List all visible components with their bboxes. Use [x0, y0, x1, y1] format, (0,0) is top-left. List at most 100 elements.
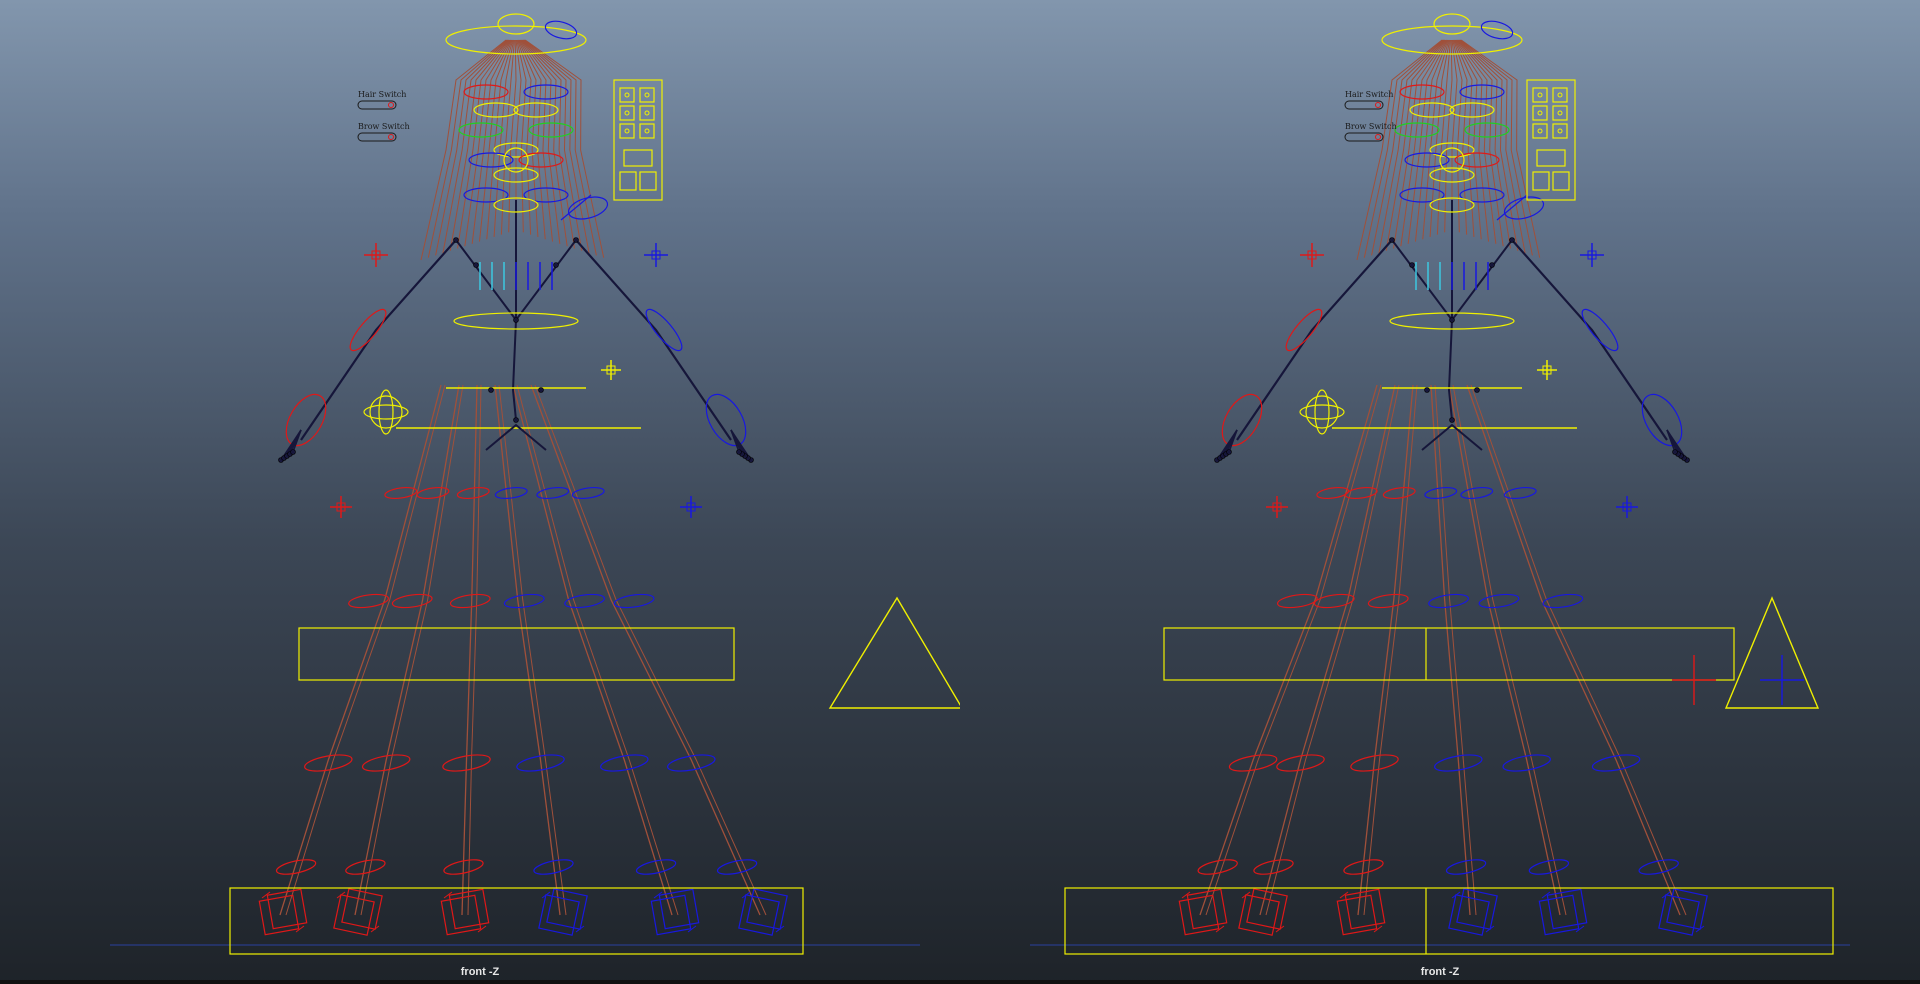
foot-cube-control[interactable] — [738, 894, 780, 936]
joint[interactable] — [513, 317, 519, 323]
foot-cube-control[interactable] — [1238, 894, 1280, 936]
joint[interactable] — [1389, 237, 1395, 243]
brow-switch-handle[interactable] — [388, 134, 394, 140]
viewport-front-right[interactable]: Hair Switch Brow Switch front -Z — [960, 0, 1920, 984]
skirt-ring-control[interactable] — [1478, 592, 1520, 609]
facial-panel-slider[interactable] — [1532, 171, 1550, 191]
skirt-ring-control[interactable] — [503, 592, 545, 609]
hair-bone-chain[interactable] — [523, 39, 590, 254]
facial-panel-slider[interactable] — [639, 105, 655, 121]
foot-cube-control[interactable] — [266, 888, 308, 930]
facial-panel-slider[interactable] — [1552, 105, 1568, 121]
skirt-ring-control[interactable] — [345, 857, 387, 877]
foot-cube-control[interactable] — [1246, 888, 1288, 930]
skirt-ring-control[interactable] — [1367, 592, 1409, 609]
facial-panel-slider[interactable] — [1532, 123, 1548, 139]
pole-vector-control[interactable] — [1305, 395, 1339, 429]
skirt-ring-control[interactable] — [613, 592, 655, 609]
facial-panel-slider[interactable] — [619, 123, 635, 139]
facial-panel-handle[interactable] — [1557, 92, 1563, 98]
skirt-ring-control[interactable] — [1542, 592, 1584, 609]
skirt-bone-chain[interactable] — [516, 384, 679, 916]
skirt-bone-chain[interactable] — [354, 384, 460, 916]
skirt-ring-control[interactable] — [348, 592, 389, 609]
head-side-control[interactable] — [543, 18, 578, 42]
foot-cube-control[interactable] — [258, 894, 300, 936]
spine-joint-chain[interactable] — [511, 200, 517, 421]
joint[interactable] — [1509, 237, 1515, 243]
facial-panel-handle[interactable] — [1537, 110, 1543, 116]
skirt-ring-control[interactable] — [571, 486, 605, 500]
skirt-bone-chain[interactable] — [1434, 384, 1477, 916]
left-elbow-control[interactable] — [345, 305, 391, 355]
facial-panel-handle[interactable] — [624, 110, 630, 116]
joint[interactable] — [513, 417, 519, 423]
foot-cube-control[interactable] — [746, 888, 788, 930]
pole-vector-control[interactable] — [363, 404, 409, 420]
joint[interactable] — [1449, 317, 1455, 323]
facial-control-panel-icon[interactable] — [613, 79, 663, 201]
skirt-ring-control[interactable] — [635, 857, 677, 877]
facial-panel-handle[interactable] — [644, 110, 650, 116]
skirt-bone-chain[interactable] — [534, 384, 767, 916]
foot-cube-control[interactable] — [538, 894, 580, 936]
head-top-control[interactable] — [1433, 13, 1471, 35]
facial-panel-handle[interactable] — [1557, 110, 1563, 116]
skirt-bone-chain[interactable] — [1357, 384, 1414, 916]
skirt-bone-chain[interactable] — [1430, 384, 1471, 916]
head-top-control[interactable] — [497, 13, 535, 35]
joint[interactable] — [1672, 449, 1678, 455]
pole-vector-control[interactable] — [1314, 389, 1330, 435]
facial-panel-slider[interactable] — [639, 171, 657, 191]
hair-bone-chain[interactable] — [1459, 39, 1526, 254]
foot-cube-control[interactable] — [1666, 888, 1708, 930]
joint[interactable] — [736, 449, 742, 455]
skirt-ring-control[interactable] — [456, 486, 490, 500]
rig-wireframe-left[interactable] — [0, 0, 960, 984]
right-elbow-control[interactable] — [1577, 305, 1623, 355]
facial-panel-slider[interactable] — [1552, 87, 1568, 103]
facial-panel-slider[interactable] — [639, 87, 655, 103]
facial-panel-slider[interactable] — [619, 105, 635, 121]
skirt-ring-control[interactable] — [1528, 857, 1570, 877]
skirt-ring-control[interactable] — [1197, 857, 1239, 877]
hair-bone-chain[interactable] — [1452, 39, 1463, 233]
viewport-front-left[interactable]: Hair Switch Brow Switch front -Z — [0, 0, 960, 984]
left-elbow-control[interactable] — [1281, 305, 1327, 355]
facial-panel-slider[interactable] — [1552, 123, 1568, 139]
brow-switch-handle[interactable] — [1375, 134, 1381, 140]
hair-bone-chain[interactable] — [442, 39, 509, 254]
hair-bone-chain[interactable] — [1378, 39, 1445, 254]
facial-panel-handle[interactable] — [644, 92, 650, 98]
joint[interactable] — [473, 262, 479, 268]
foot-cube-control[interactable] — [333, 894, 375, 936]
foot-cube-control[interactable] — [1538, 894, 1580, 936]
foot-cube-control[interactable] — [650, 894, 692, 936]
facial-control[interactable] — [473, 102, 519, 118]
hair-switch-handle[interactable] — [1375, 102, 1381, 108]
skirt-ring-control[interactable] — [1428, 592, 1469, 609]
foot-cube-control[interactable] — [440, 894, 482, 936]
hair-bone-chain[interactable] — [420, 39, 507, 261]
skirt-ring-control[interactable] — [303, 752, 353, 774]
right-wrist-control[interactable] — [1634, 388, 1690, 452]
joint[interactable] — [1226, 449, 1232, 455]
skirt-ring-control[interactable] — [1382, 486, 1416, 500]
facial-panel-slider[interactable] — [1552, 171, 1570, 191]
rig-wireframe-right[interactable] — [960, 0, 1920, 984]
right-arm-joint-chain[interactable] — [1511, 239, 1668, 441]
skirt-ring-control[interactable] — [1344, 486, 1378, 500]
facial-control[interactable] — [468, 152, 514, 168]
skirt-bone-chain[interactable] — [494, 384, 561, 916]
facial-panel-handle[interactable] — [1557, 128, 1563, 134]
skirt-base-master-control[interactable] — [229, 887, 804, 955]
facial-panel-handle[interactable] — [644, 128, 650, 134]
facial-panel-slider[interactable] — [619, 87, 635, 103]
spine-joint-chain[interactable] — [1447, 200, 1453, 421]
facial-panel-slider[interactable] — [1532, 105, 1548, 121]
skirt-bone-chain[interactable] — [498, 384, 567, 916]
foot-cube-control[interactable] — [448, 888, 490, 930]
hair-bone-chain[interactable] — [524, 39, 597, 256]
facial-panel-slider[interactable] — [619, 171, 637, 191]
skirt-bone-chain[interactable] — [1259, 384, 1396, 916]
